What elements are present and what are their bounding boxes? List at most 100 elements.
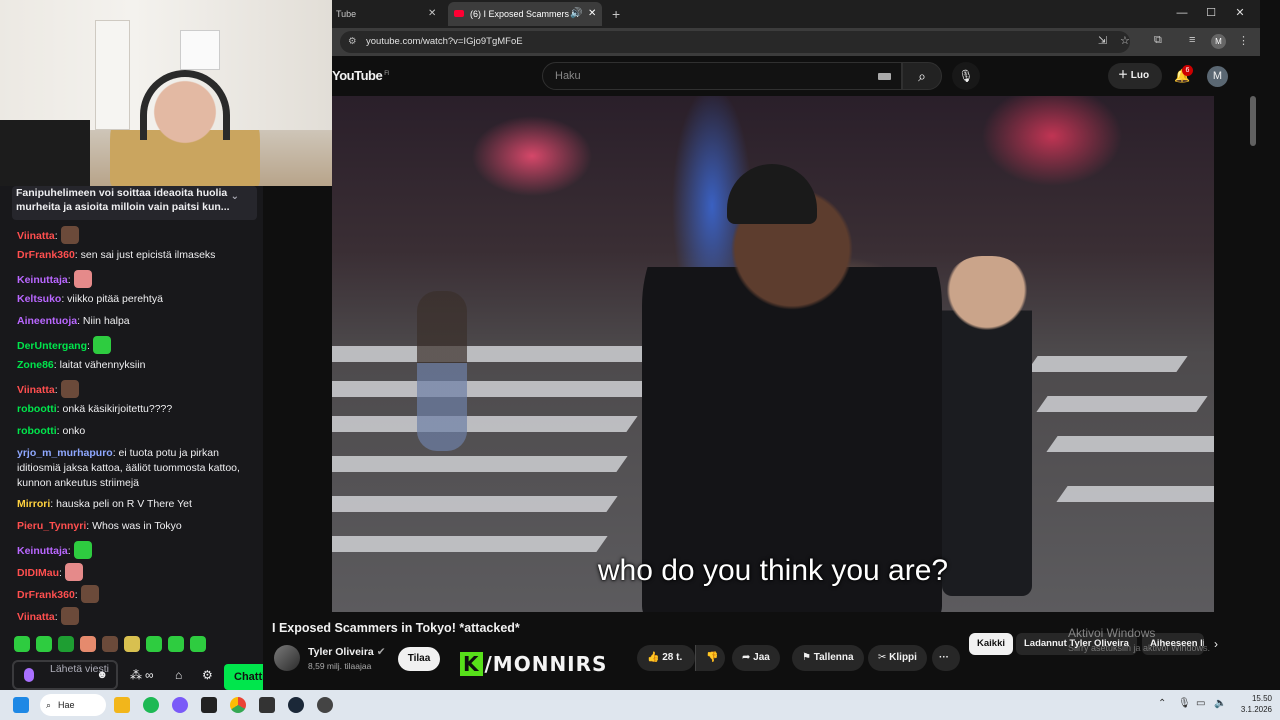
emote-icon[interactable] bbox=[80, 636, 96, 652]
install-app-icon[interactable]: ⇲ bbox=[1098, 34, 1107, 47]
pedestrian-figure bbox=[417, 291, 467, 451]
chat-username[interactable]: yrjo_m_murhapuro bbox=[17, 447, 113, 459]
tab-active-video[interactable]: (6) I Exposed Scammers in 🔊 ✕ bbox=[448, 2, 602, 26]
app-icon[interactable] bbox=[259, 697, 275, 713]
close-tab-icon[interactable]: ✕ bbox=[428, 2, 436, 26]
taskbar-search[interactable]: ⌕ Hae bbox=[40, 694, 106, 716]
microphone-icon[interactable]: 🎙 bbox=[1178, 698, 1191, 709]
keyboard-icon[interactable] bbox=[878, 73, 891, 80]
chat-username[interactable]: Keinuttaja bbox=[17, 274, 68, 286]
crosswalk-stripe bbox=[332, 381, 658, 397]
create-button[interactable]: ＋ Luo bbox=[1108, 63, 1162, 89]
app-icon[interactable] bbox=[201, 697, 217, 713]
maximize-icon[interactable]: ☐ bbox=[1196, 0, 1226, 26]
chat-username[interactable]: Viinatta bbox=[17, 384, 55, 396]
channel-avatar[interactable] bbox=[274, 645, 300, 671]
chat-username[interactable]: Viinatta bbox=[17, 611, 55, 623]
emote-icon[interactable] bbox=[36, 636, 52, 652]
chat-username[interactable]: DrFrank360 bbox=[17, 589, 75, 601]
file-explorer-icon[interactable] bbox=[114, 697, 130, 713]
chrome-icon[interactable] bbox=[230, 697, 246, 713]
browser-window: Tube ✕ (6) I Exposed Scammers in 🔊 ✕ + —… bbox=[272, 0, 1260, 690]
subscribe-button[interactable]: Tilaa bbox=[398, 647, 440, 671]
chat-message-input[interactable]: Lähetä viesti ☻ bbox=[12, 660, 118, 690]
page-scrollbar[interactable] bbox=[1250, 96, 1256, 146]
spotify-icon[interactable] bbox=[143, 697, 159, 713]
chat-username[interactable]: Keltsuko bbox=[17, 293, 61, 305]
save-button[interactable]: ⚑ Tallenna bbox=[792, 645, 864, 671]
search-input[interactable]: Haku bbox=[542, 62, 902, 90]
site-info-icon[interactable]: ⚙ bbox=[348, 31, 357, 53]
store-icon[interactable]: ⌂ bbox=[175, 668, 182, 682]
chevron-down-icon[interactable]: ⌄ bbox=[231, 190, 253, 204]
network-icon[interactable]: ▭ bbox=[1196, 698, 1205, 709]
speaker-icon[interactable]: 🔊 bbox=[570, 2, 582, 26]
share-button[interactable]: ➦ Jaa bbox=[732, 645, 780, 671]
url-text: youtube.com/watch?v=IGjo9TgMFoE bbox=[366, 36, 523, 47]
chat-username[interactable]: Viinatta bbox=[17, 230, 55, 242]
more-actions-button[interactable]: ··· bbox=[932, 645, 960, 671]
emote-icon[interactable] bbox=[168, 636, 184, 652]
browser-profile-avatar[interactable]: M bbox=[1211, 34, 1226, 49]
browser-menu-icon[interactable]: ⋮ bbox=[1238, 34, 1249, 47]
extensions-icon[interactable]: ⧉ bbox=[1154, 34, 1162, 47]
tab-youtube[interactable]: Tube ✕ bbox=[332, 2, 444, 26]
youtube-logo[interactable]: YouTube FI bbox=[332, 68, 389, 83]
chat-username[interactable]: Pieru_Tynnyri bbox=[17, 520, 86, 532]
microphone-icon[interactable] bbox=[24, 668, 34, 682]
taskbar-clock[interactable]: 15.50 3.1.2026 bbox=[1232, 693, 1272, 715]
channel-points-icon[interactable]: ⁂ bbox=[130, 668, 142, 682]
new-tab-button[interactable]: + bbox=[608, 2, 620, 26]
like-button[interactable]: 👍 28 t. bbox=[637, 645, 695, 671]
chat-username[interactable]: robootti bbox=[17, 425, 57, 437]
clip-button[interactable]: ✂ Klippi bbox=[868, 645, 927, 671]
emote-icon[interactable] bbox=[146, 636, 162, 652]
url-field[interactable]: ⚙ youtube.com/watch?v=IGjo9TgMFoE bbox=[340, 31, 1130, 53]
emote-icon[interactable] bbox=[102, 636, 118, 652]
emoji-icon[interactable]: ☻ bbox=[96, 669, 108, 681]
app-icon[interactable] bbox=[317, 697, 333, 713]
pinned-message[interactable]: Fanipuhelimeen voi soittaa ideaoita huol… bbox=[12, 186, 257, 220]
emote-icon[interactable] bbox=[124, 636, 140, 652]
close-window-icon[interactable]: ✕ bbox=[1225, 0, 1255, 26]
settings-gear-icon[interactable]: ⚙ bbox=[202, 668, 213, 682]
discord-icon[interactable] bbox=[172, 697, 188, 713]
chat-username[interactable]: DerUntergang bbox=[17, 340, 87, 352]
tray-chevron-icon[interactable]: ⌃ bbox=[1158, 698, 1166, 709]
video-player[interactable]: who do you think you are? bbox=[332, 96, 1214, 612]
search-icon: ⌕ bbox=[46, 700, 52, 710]
share-label: Jaa bbox=[753, 652, 770, 663]
emote-icon[interactable] bbox=[14, 636, 30, 652]
channel-name-text: Tyler Oliveira bbox=[308, 646, 374, 658]
chat-emote-icon bbox=[60, 226, 79, 244]
chat-username[interactable]: DrFrank360 bbox=[17, 249, 75, 261]
taskbar-search-label: Hae bbox=[58, 700, 75, 710]
search-button[interactable]: ⌕ bbox=[902, 62, 942, 90]
volume-icon[interactable]: 🔈 bbox=[1214, 698, 1226, 709]
chip-all[interactable]: Kaikki bbox=[969, 633, 1013, 655]
chat-message: Pieru_Tynnyri: Whos was in Tokyo bbox=[17, 519, 257, 534]
dislike-button[interactable]: 👎 bbox=[695, 645, 725, 671]
chat-username[interactable]: Zone86 bbox=[17, 359, 54, 371]
account-avatar[interactable]: M bbox=[1207, 66, 1228, 87]
channel-name[interactable]: Tyler Oliveira ✔ bbox=[308, 646, 386, 658]
chat-username[interactable]: robootti bbox=[17, 403, 57, 415]
bookmark-star-icon[interactable]: ☆ bbox=[1120, 34, 1130, 47]
emote-icon[interactable] bbox=[190, 636, 206, 652]
chat-username[interactable]: Mirrori bbox=[17, 498, 50, 510]
chevron-right-icon[interactable]: › bbox=[1214, 637, 1218, 651]
media-controls-icon[interactable]: ≡ bbox=[1189, 34, 1195, 46]
chat-message: Keltsuko: viikko pitää perehtyä bbox=[17, 292, 257, 307]
voice-search-button[interactable]: 🎙 bbox=[952, 62, 980, 90]
chat-username[interactable]: Keinuttaja bbox=[17, 545, 68, 557]
minimize-icon[interactable]: — bbox=[1167, 0, 1197, 26]
chat-send-button[interactable]: Chatti bbox=[224, 664, 265, 690]
windows-start-icon[interactable] bbox=[13, 697, 29, 713]
chat-message: Viinatta: bbox=[17, 380, 257, 398]
steam-icon[interactable] bbox=[288, 697, 304, 713]
chat-username[interactable]: Aineentuoja bbox=[17, 315, 77, 327]
chat-username[interactable]: DIDIMau bbox=[17, 567, 59, 579]
pinned-message-text: Fanipuhelimeen voi soittaa ideaoita huol… bbox=[16, 187, 230, 213]
emote-icon[interactable] bbox=[58, 636, 74, 652]
close-tab-icon[interactable]: ✕ bbox=[588, 2, 596, 26]
